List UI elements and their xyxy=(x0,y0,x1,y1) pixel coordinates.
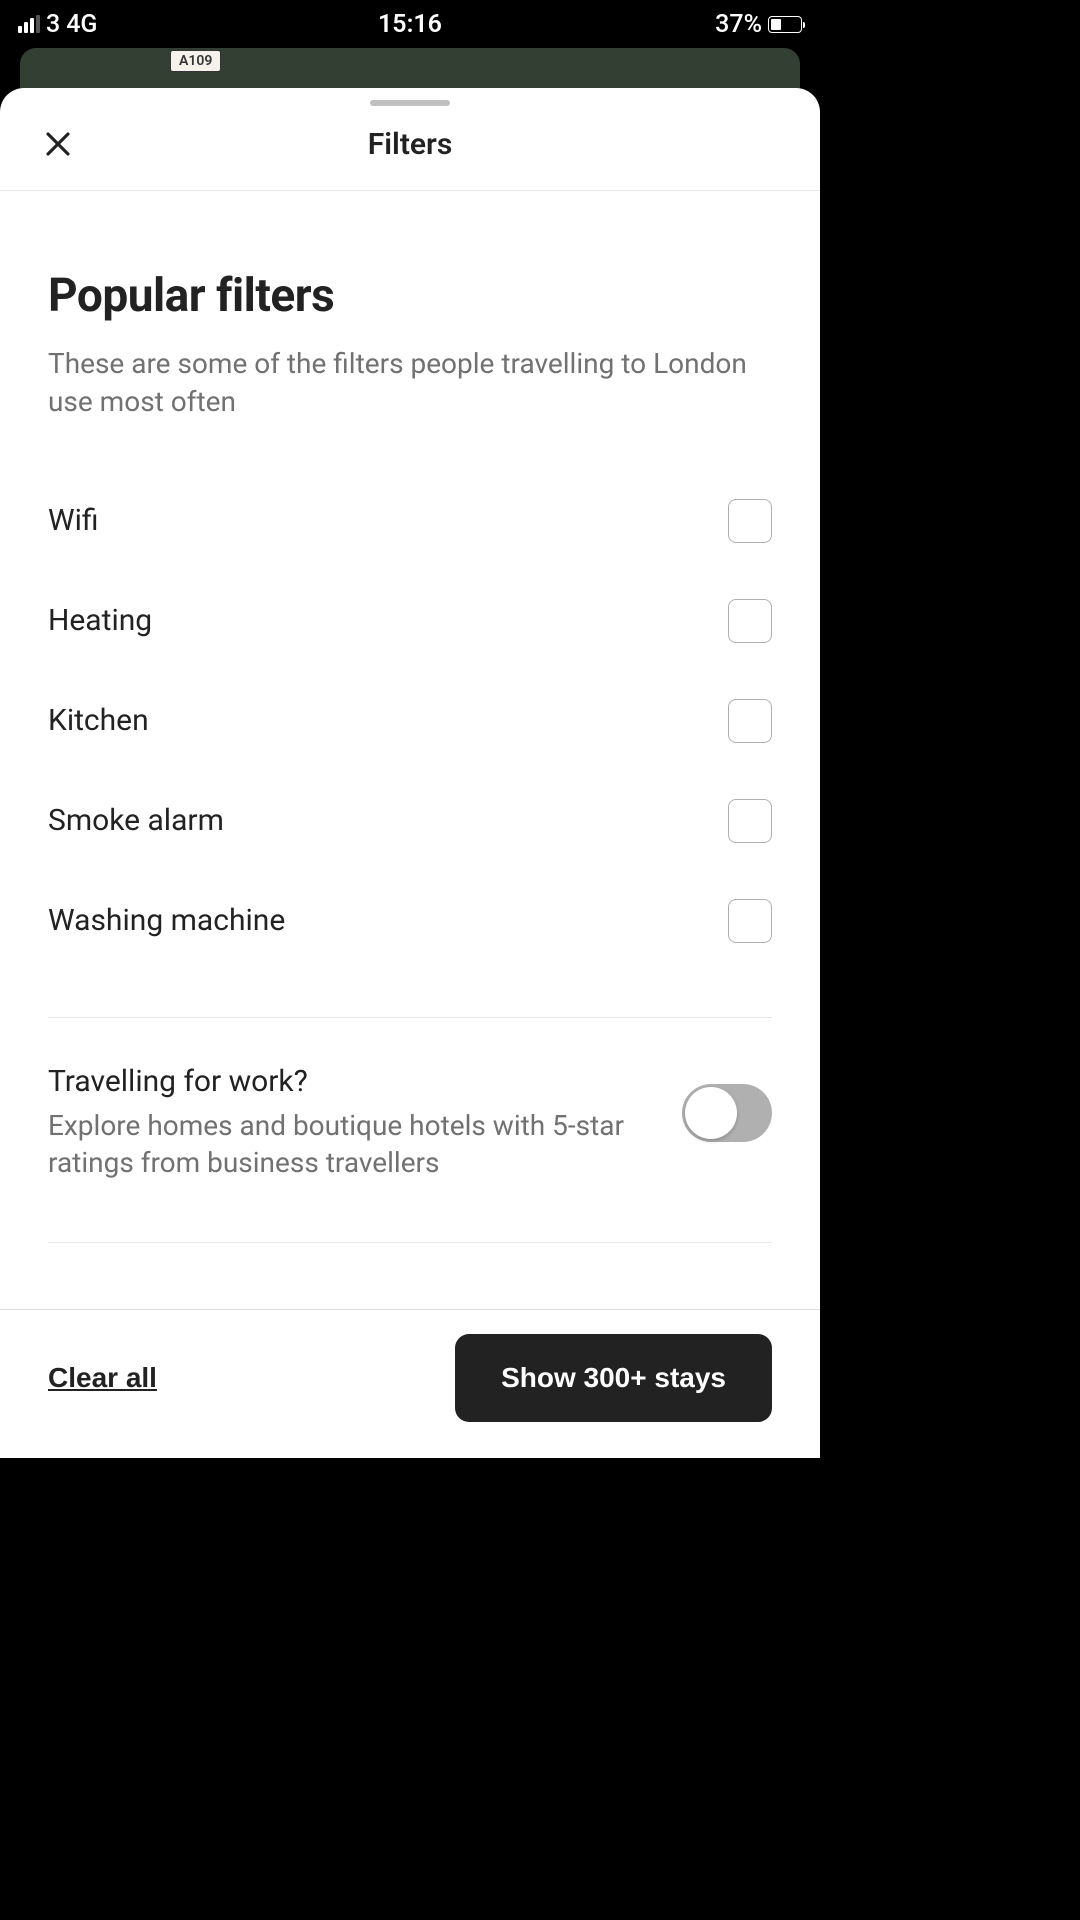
filter-checkbox-smoke-alarm[interactable] xyxy=(728,799,772,843)
popular-filters-description: These are some of the filters people tra… xyxy=(48,345,772,421)
toggle-text: Travelling for work? Explore homes and b… xyxy=(48,1064,662,1183)
work-toggle-description: Explore homes and boutique hotels with 5… xyxy=(48,1107,662,1183)
status-right: 37% xyxy=(715,10,802,39)
filters-content[interactable]: Popular filters These are some of the fi… xyxy=(0,191,820,1309)
filter-row-washing-machine[interactable]: Washing machine xyxy=(48,871,772,971)
toggle-knob xyxy=(685,1087,737,1139)
filter-checkbox-wifi[interactable] xyxy=(728,499,772,543)
clear-all-button[interactable]: Clear all xyxy=(48,1362,157,1394)
status-time: 15:16 xyxy=(378,10,442,39)
show-stays-button[interactable]: Show 300+ stays xyxy=(455,1334,772,1422)
status-left: 3 4G xyxy=(18,10,97,39)
filter-label: Washing machine xyxy=(48,903,285,938)
popular-filters-title: Popular filters xyxy=(48,269,772,323)
travelling-for-work-section: Travelling for work? Explore homes and b… xyxy=(48,1064,772,1244)
filter-row-wifi[interactable]: Wifi xyxy=(48,471,772,571)
status-bar: 3 4G 15:16 37% xyxy=(0,0,820,48)
filter-row-heating[interactable]: Heating xyxy=(48,571,772,671)
popular-filter-list: Wifi Heating Kitchen Smoke alarm Washing… xyxy=(48,471,772,971)
filter-row-kitchen[interactable]: Kitchen xyxy=(48,671,772,771)
filter-checkbox-washing-machine[interactable] xyxy=(728,899,772,943)
filter-checkbox-kitchen[interactable] xyxy=(728,699,772,743)
battery-icon xyxy=(768,16,802,33)
close-button[interactable] xyxy=(38,124,78,164)
filters-sheet: Filters Popular filters These are some o… xyxy=(0,88,820,1458)
sheet-footer: Clear all Show 300+ stays xyxy=(0,1309,820,1458)
filter-label: Heating xyxy=(48,603,152,638)
signal-icon xyxy=(18,15,40,33)
filter-label: Wifi xyxy=(48,503,99,538)
work-toggle[interactable] xyxy=(682,1084,772,1142)
work-toggle-title: Travelling for work? xyxy=(48,1064,662,1099)
filter-label: Smoke alarm xyxy=(48,803,224,838)
carrier-label: 3 xyxy=(46,10,60,39)
sheet-header: Filters xyxy=(0,106,820,191)
network-label: 4G xyxy=(66,10,97,39)
battery-percent: 37% xyxy=(715,10,762,39)
filter-label: Kitchen xyxy=(48,703,149,738)
section-divider xyxy=(48,1017,772,1018)
sheet-title: Filters xyxy=(368,127,453,162)
route-badge: A109 xyxy=(170,50,221,72)
filter-checkbox-heating[interactable] xyxy=(728,599,772,643)
filter-row-smoke-alarm[interactable]: Smoke alarm xyxy=(48,771,772,871)
close-icon xyxy=(43,129,73,159)
